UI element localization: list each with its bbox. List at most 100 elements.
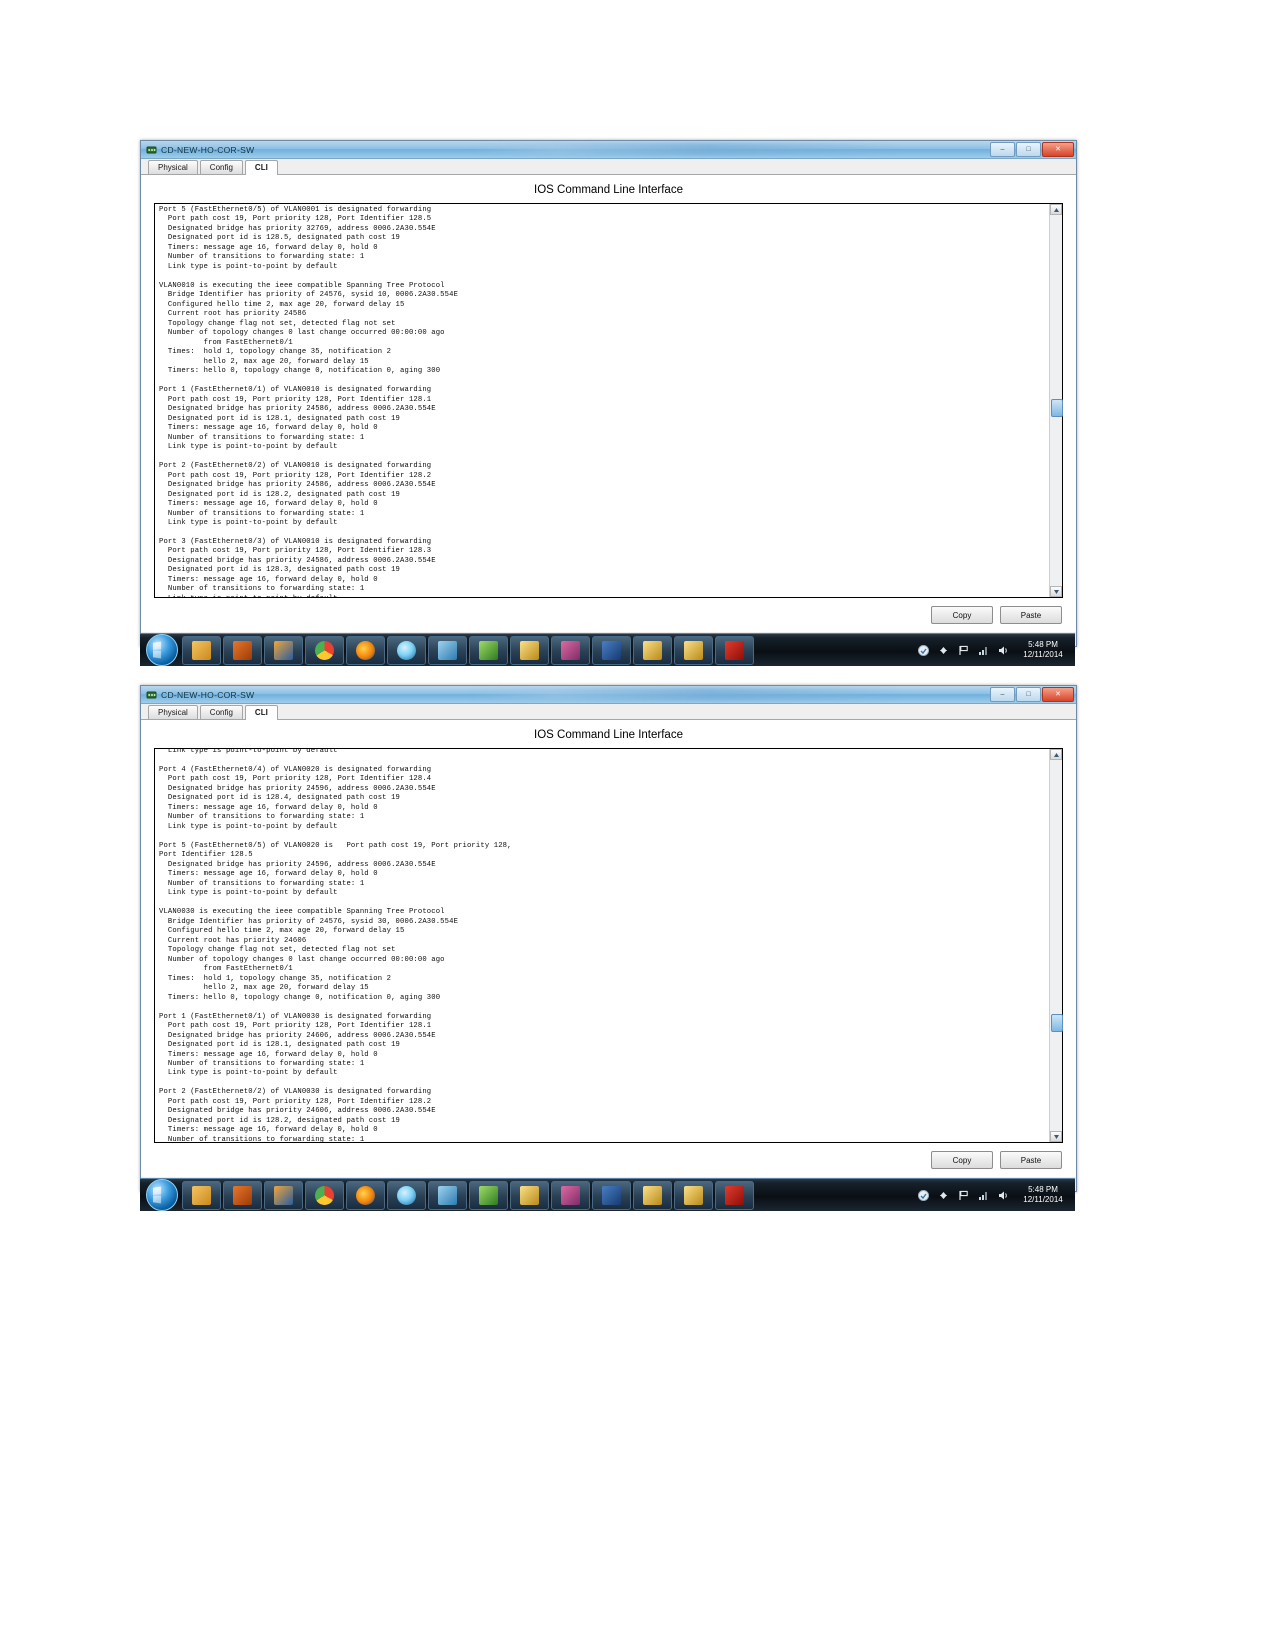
cli-output-area[interactable]: Link type is point-to-point by default P…: [155, 749, 1049, 1142]
system-tray[interactable]: 5:48 PM 12/11/2014: [917, 640, 1075, 660]
panel-title: IOS Command Line Interface: [534, 729, 683, 741]
taskbar-item-chrome[interactable]: [305, 635, 344, 665]
tab-cli[interactable]: CLI: [244, 705, 278, 720]
taskbar-item-packet-tracer[interactable]: [469, 635, 508, 665]
taskbar-item-document-3[interactable]: [674, 1180, 713, 1210]
taskbar-item-notepad[interactable]: [428, 1180, 467, 1210]
windows-taskbar-1[interactable]: 5:48 PM 12/11/2014: [140, 633, 1075, 666]
window-controls[interactable]: – □ ✕: [990, 142, 1074, 157]
media-player-icon: [233, 640, 252, 660]
packet-tracer-device-icon: [146, 144, 157, 155]
maximize-button[interactable]: □: [1016, 142, 1041, 157]
taskbar-item-internet-explorer[interactable]: [387, 635, 426, 665]
maximize-button[interactable]: □: [1016, 687, 1041, 702]
tab-cli[interactable]: CLI: [244, 160, 278, 175]
taskbar-item-outlook[interactable]: [264, 1180, 303, 1210]
taskbar-item-word[interactable]: [592, 1180, 631, 1210]
window-title: CD-NEW-HO-COR-SW: [161, 144, 255, 155]
taskbar-item-word[interactable]: [592, 635, 631, 665]
device-window-1[interactable]: CD-NEW-HO-COR-SW – □ ✕ Physical Config C…: [140, 140, 1077, 647]
taskbar-item-document-2[interactable]: [633, 635, 672, 665]
minimize-button[interactable]: –: [990, 142, 1015, 157]
taskbar-item-paint[interactable]: [551, 1180, 590, 1210]
paste-button[interactable]: Paste: [1000, 1151, 1062, 1169]
cli-output-area[interactable]: Port 5 (FastEthernet0/5) of VLAN0001 is …: [155, 204, 1049, 597]
taskbar-item-packet-tracer[interactable]: [469, 1180, 508, 1210]
taskbar-item-notepad[interactable]: [428, 635, 467, 665]
terminal-scrollbar[interactable]: [1049, 204, 1063, 597]
scroll-up-arrow-icon[interactable]: [1050, 749, 1062, 760]
title-bar[interactable]: CD-NEW-HO-COR-SW – □ ✕: [141, 141, 1076, 159]
tab-config[interactable]: Config: [199, 705, 243, 719]
window-controls[interactable]: – □ ✕: [990, 687, 1074, 702]
tab-config[interactable]: Config: [199, 160, 243, 174]
scroll-down-arrow-icon[interactable]: [1050, 586, 1062, 597]
volume-icon[interactable]: [997, 644, 1010, 657]
network-icon[interactable]: [977, 1189, 990, 1202]
close-button[interactable]: ✕: [1042, 687, 1074, 702]
clock-date: 12/11/2014: [1023, 1195, 1063, 1204]
taskbar-item-document-3[interactable]: [674, 635, 713, 665]
action-center-icon[interactable]: [917, 644, 930, 657]
taskbar-item-document-1[interactable]: [510, 1180, 549, 1210]
copy-button[interactable]: Copy: [931, 606, 993, 624]
clock-date: 12/11/2014: [1023, 650, 1063, 659]
copy-button[interactable]: Copy: [931, 1151, 993, 1169]
volume-icon[interactable]: [997, 1189, 1010, 1202]
flag-icon[interactable]: [957, 1189, 970, 1202]
device-window-2[interactable]: CD-NEW-HO-COR-SW – □ ✕ Physical Config C…: [140, 685, 1077, 1192]
taskbar-item-adobe-reader[interactable]: [715, 635, 754, 665]
terminal-scrollbar[interactable]: [1049, 749, 1063, 1142]
document-icon-3: [684, 640, 703, 660]
tab-strip[interactable]: Physical Config CLI: [141, 704, 1076, 720]
show-hidden-icons-icon[interactable]: [937, 644, 950, 657]
adobe-reader-icon: [725, 1185, 744, 1205]
taskbar-item-windows-explorer[interactable]: [182, 635, 221, 665]
window-title: CD-NEW-HO-COR-SW: [161, 689, 255, 700]
windows-taskbar-2[interactable]: 5:48 PM 12/11/2014: [140, 1178, 1075, 1211]
scroll-up-arrow-icon[interactable]: [1050, 204, 1062, 215]
scroll-down-arrow-icon[interactable]: [1050, 1131, 1062, 1142]
taskbar-clock[interactable]: 5:48 PM 12/11/2014: [1017, 1185, 1069, 1205]
outlook-icon: [274, 1185, 293, 1205]
cli-terminal-container[interactable]: Port 5 (FastEthernet0/5) of VLAN0001 is …: [154, 203, 1063, 598]
taskbar-item-media-player[interactable]: [223, 1180, 262, 1210]
taskbar-item-firefox[interactable]: [346, 1180, 385, 1210]
close-button[interactable]: ✕: [1042, 142, 1074, 157]
start-button-icon[interactable]: [146, 634, 178, 666]
document-icon-1: [520, 640, 539, 660]
cli-output-text: Port 5 (FastEthernet0/5) of VLAN0001 is …: [159, 206, 459, 597]
adobe-reader-icon: [725, 640, 744, 660]
start-button-icon[interactable]: [146, 1179, 178, 1211]
taskbar-item-adobe-reader[interactable]: [715, 1180, 754, 1210]
show-hidden-icons-icon[interactable]: [937, 1189, 950, 1202]
system-tray[interactable]: 5:48 PM 12/11/2014: [917, 1185, 1075, 1205]
minimize-button[interactable]: –: [990, 687, 1015, 702]
taskbar-item-firefox[interactable]: [346, 635, 385, 665]
taskbar-item-paint[interactable]: [551, 635, 590, 665]
tab-physical[interactable]: Physical: [148, 705, 198, 719]
document-icon-3: [684, 1185, 703, 1205]
taskbar-item-media-player[interactable]: [223, 635, 262, 665]
taskbar-item-chrome[interactable]: [305, 1180, 344, 1210]
windows-explorer-icon: [192, 1185, 211, 1205]
paste-button[interactable]: Paste: [1000, 606, 1062, 624]
taskbar-item-internet-explorer[interactable]: [387, 1180, 426, 1210]
taskbar-item-document-1[interactable]: [510, 635, 549, 665]
tab-physical[interactable]: Physical: [148, 160, 198, 174]
flag-icon[interactable]: [957, 644, 970, 657]
windows-explorer-icon: [192, 640, 211, 660]
taskbar-item-document-2[interactable]: [633, 1180, 672, 1210]
taskbar-clock[interactable]: 5:48 PM 12/11/2014: [1017, 640, 1069, 660]
title-bar[interactable]: CD-NEW-HO-COR-SW – □ ✕: [141, 686, 1076, 704]
taskbar-item-outlook[interactable]: [264, 635, 303, 665]
outlook-icon: [274, 640, 293, 660]
scrollbar-thumb[interactable]: [1051, 1014, 1063, 1032]
network-icon[interactable]: [977, 644, 990, 657]
paint-icon: [561, 1185, 580, 1205]
taskbar-item-windows-explorer[interactable]: [182, 1180, 221, 1210]
scrollbar-thumb[interactable]: [1051, 399, 1063, 417]
tab-strip[interactable]: Physical Config CLI: [141, 159, 1076, 175]
cli-terminal-container[interactable]: Link type is point-to-point by default P…: [154, 748, 1063, 1143]
action-center-icon[interactable]: [917, 1189, 930, 1202]
